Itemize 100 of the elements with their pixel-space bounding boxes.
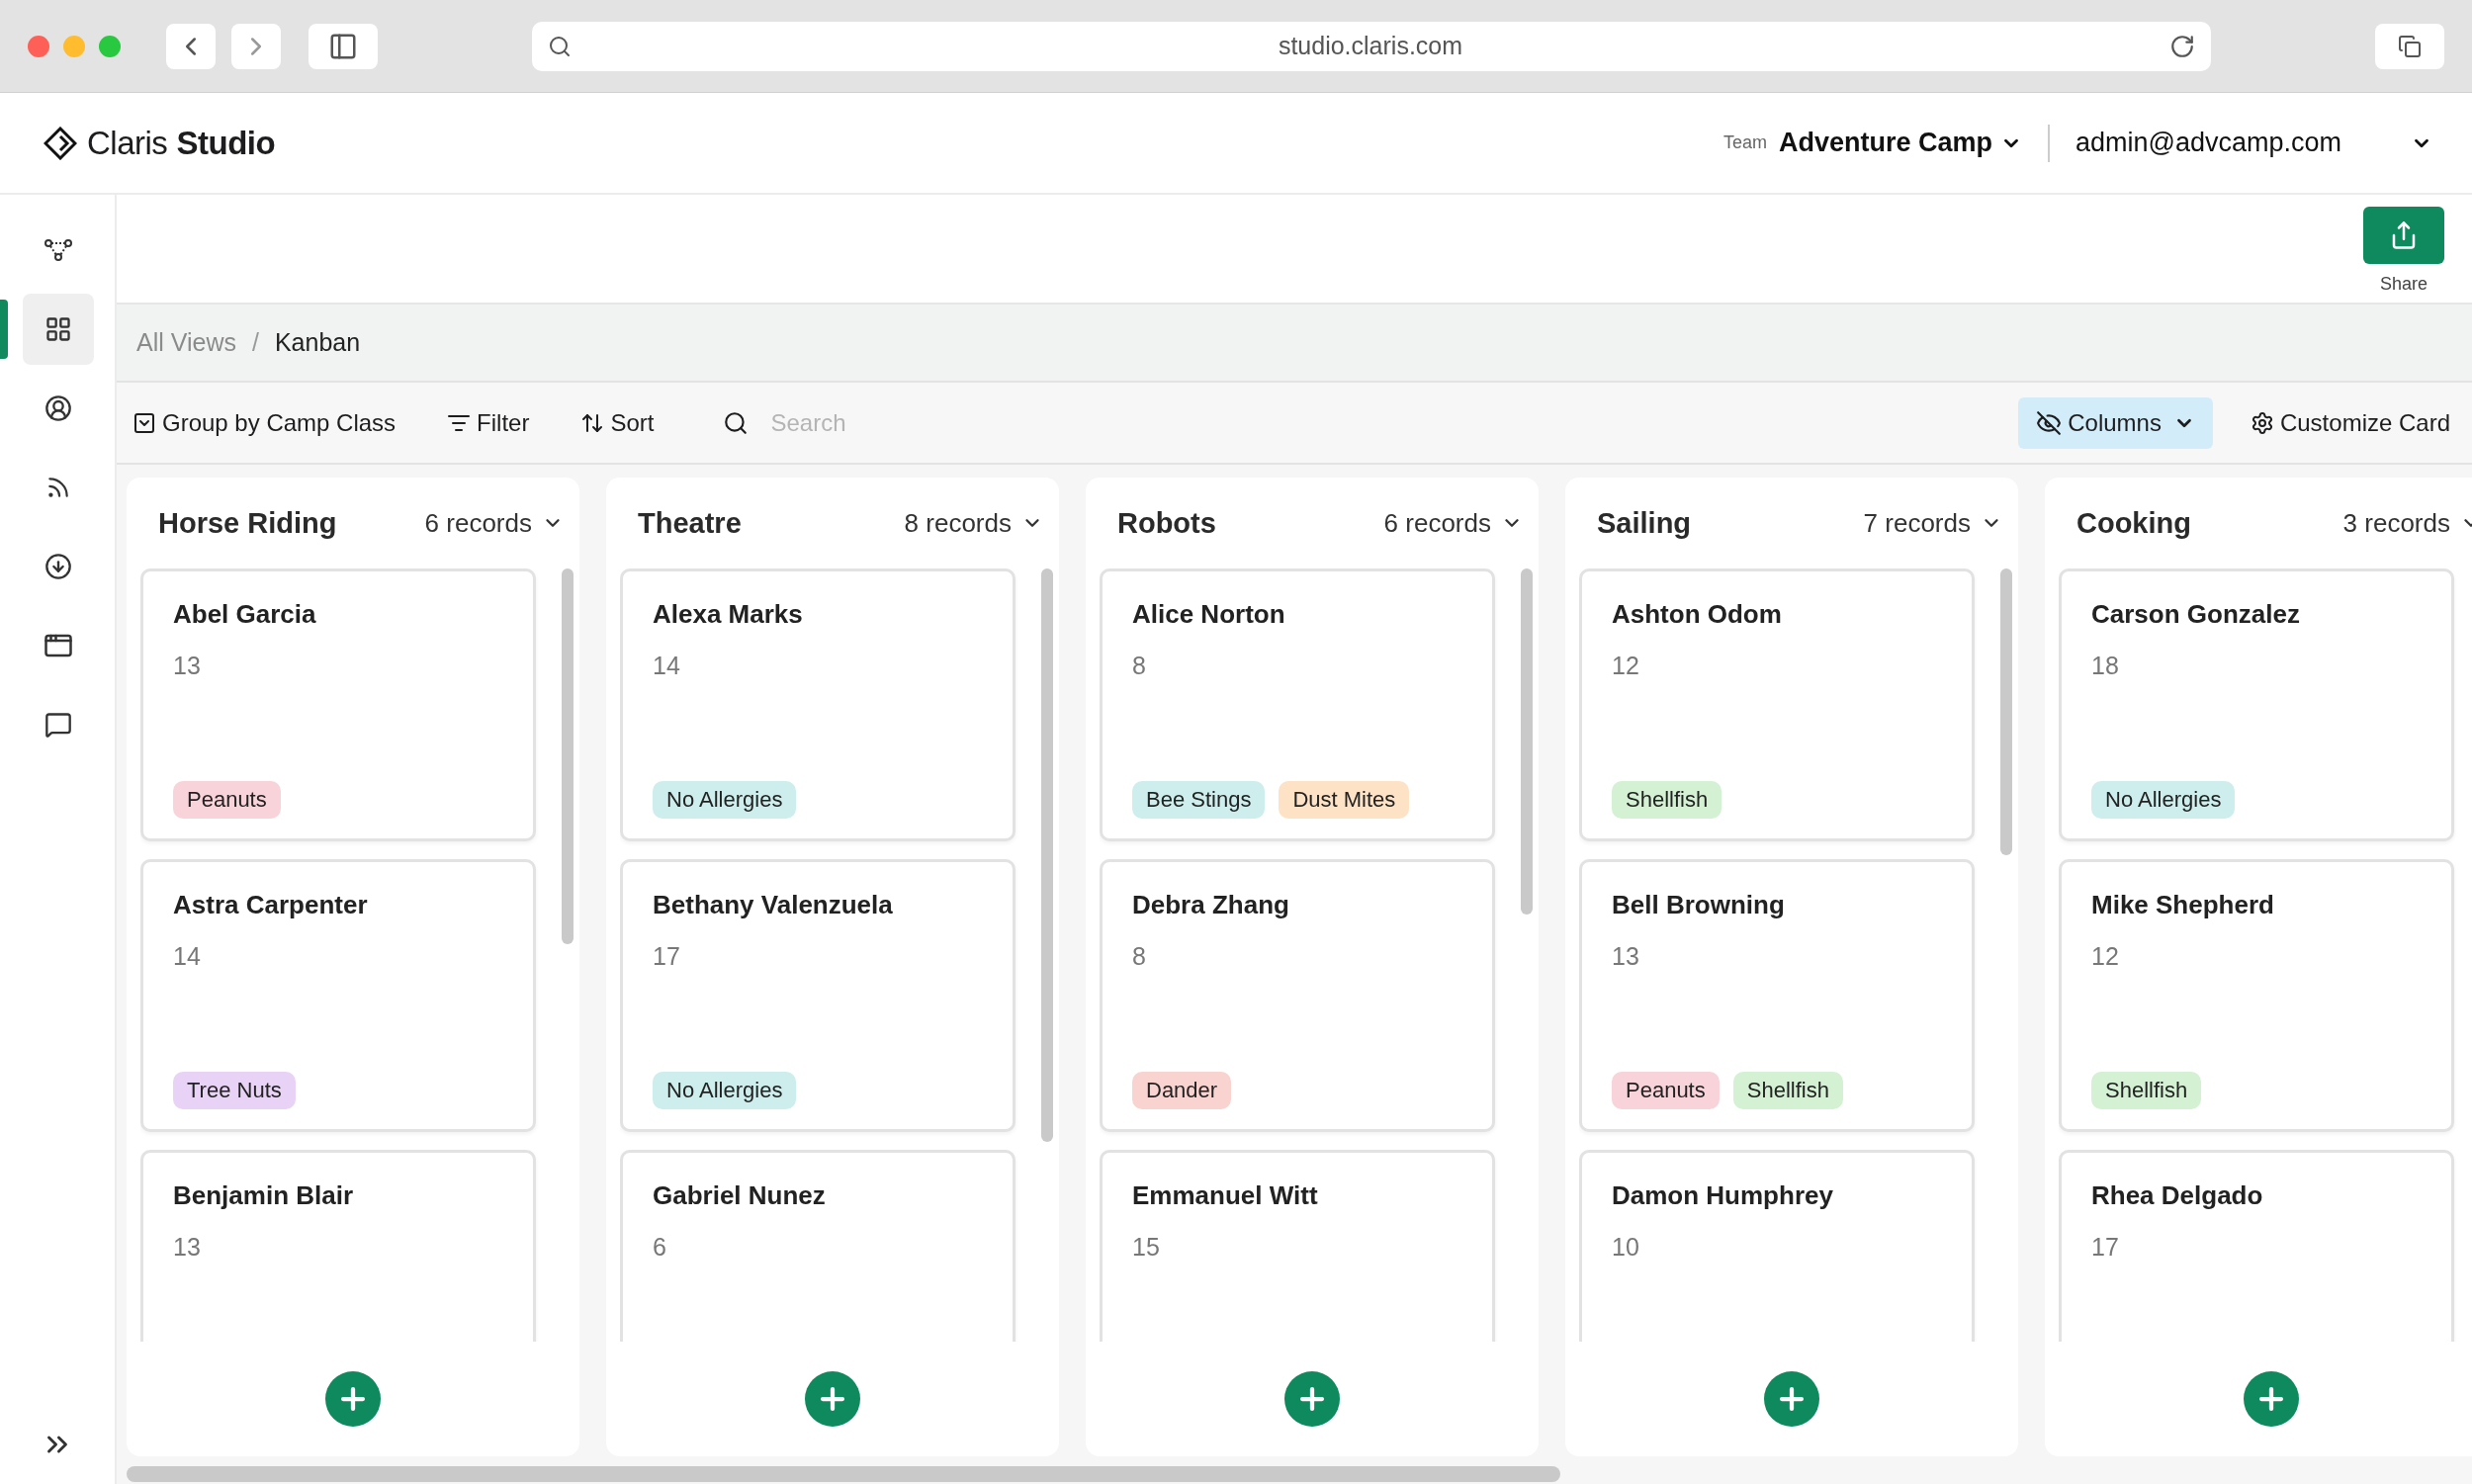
address-bar[interactable]: studio.claris.com	[532, 21, 2211, 71]
share-label: Share	[2379, 274, 2428, 295]
add-record-button[interactable]	[1284, 1371, 1340, 1427]
camper-age: 13	[173, 1233, 202, 1262]
scrollbar-thumb[interactable]	[562, 568, 574, 944]
camper-age: 13	[173, 652, 202, 680]
allergy-tag: Peanuts	[173, 781, 281, 819]
camper-name: Benjamin Blair	[173, 1180, 355, 1211]
record-card[interactable]: Ashton Odom 12 Shellfish	[1579, 568, 1975, 841]
record-card[interactable]: Mike Shepherd 12 Shellfish	[2059, 859, 2454, 1132]
chat-icon	[44, 711, 72, 739]
record-card[interactable]: Emmanuel Witt 15	[1100, 1150, 1495, 1342]
search-icon	[548, 34, 572, 58]
allergy-tag: Peanuts	[1612, 1072, 1720, 1109]
tabs-icon	[2398, 34, 2422, 58]
filter-button[interactable]: Filter	[447, 396, 530, 449]
record-card[interactable]: Damon Humphrey 10	[1579, 1150, 1975, 1342]
record-count-dropdown[interactable]: 6 records	[1383, 507, 1523, 539]
column-title: Horse Riding	[158, 506, 337, 540]
selection-indicator	[0, 300, 8, 359]
camper-age: 15	[1132, 1233, 1161, 1262]
camper-age: 14	[653, 652, 681, 680]
camper-name: Debra Zhang	[1132, 890, 1290, 920]
camper-name: Damon Humphrey	[1612, 1180, 1834, 1211]
record-count-dropdown[interactable]: 3 records	[2342, 507, 2472, 539]
scrollbar-thumb[interactable]	[1521, 568, 1533, 915]
allergy-tag: Shellfish	[1732, 1072, 1843, 1109]
forward-button[interactable]	[231, 23, 281, 69]
camper-name: Bell Browning	[1612, 890, 1786, 920]
camper-age: 10	[1612, 1233, 1640, 1262]
add-record-button[interactable]	[1764, 1371, 1819, 1427]
record-card[interactable]: Benjamin Blair 13	[140, 1150, 536, 1342]
scrollbar-thumb[interactable]	[1041, 568, 1053, 1142]
column-title: Robots	[1117, 506, 1216, 540]
search-field[interactable]: Search	[768, 407, 1165, 438]
url-text: studio.claris.com	[1277, 32, 1464, 60]
camper-name: Alice Norton	[1132, 599, 1286, 630]
record-count-dropdown[interactable]: 8 records	[904, 507, 1043, 539]
download-icon	[44, 553, 72, 580]
record-count-dropdown[interactable]: 7 records	[1863, 507, 2002, 539]
camper-name: Ashton Odom	[1612, 599, 1783, 630]
sidebar-toggle-button[interactable]	[309, 23, 378, 69]
camper-name: Carson Gonzalez	[2091, 599, 2301, 630]
team-dropdown[interactable]: Adventure Camp	[1778, 128, 2022, 158]
camper-name: Alexa Marks	[653, 599, 804, 630]
add-record-button[interactable]	[325, 1371, 381, 1427]
camper-name: Emmanuel Witt	[1132, 1180, 1319, 1211]
column-title: Theatre	[638, 506, 742, 540]
allergy-tag: Shellfish	[1612, 781, 1722, 819]
group-by-button[interactable]: Group by Camp Class	[132, 396, 397, 449]
grid-icon	[44, 315, 72, 343]
gear-icon	[2250, 410, 2274, 435]
horizontal-scrollbar-thumb[interactable]	[127, 1466, 1560, 1482]
record-card[interactable]: Rhea Delgado 17	[2059, 1150, 2454, 1342]
add-record-button[interactable]	[805, 1371, 860, 1427]
record-card[interactable]: Abel Garcia 13 Peanuts	[140, 568, 536, 841]
camper-age: 8	[1132, 942, 1147, 971]
camper-age: 12	[1612, 652, 1640, 680]
record-card[interactable]: Carson Gonzalez 18 No Allergies	[2059, 568, 2454, 841]
record-card[interactable]: Alexa Marks 14 No Allergies	[620, 568, 1015, 841]
record-card[interactable]: Bell Browning 13 Peanuts Shellfish	[1579, 859, 1975, 1132]
camper-age: 6	[653, 1233, 667, 1262]
tabs-button[interactable]	[2375, 23, 2444, 69]
user-dropdown[interactable]: admin@advcamp.com	[2075, 128, 2432, 158]
back-button[interactable]	[166, 23, 216, 69]
column-title: Sailing	[1597, 506, 1692, 540]
camper-name: Mike Shepherd	[2091, 890, 2275, 920]
sidebar-item[interactable]	[23, 294, 94, 365]
scrollbar-thumb[interactable]	[2000, 568, 2012, 855]
user-icon	[44, 394, 72, 422]
camper-age: 13	[1612, 942, 1640, 971]
record-card[interactable]: Astra Carpenter 14 Tree Nuts	[140, 859, 536, 1132]
add-record-button[interactable]	[2244, 1371, 2299, 1427]
breadcrumb-link[interactable]: Kanban	[274, 328, 361, 357]
close-window-dot[interactable]	[28, 35, 49, 57]
allergy-tag: Dander	[1132, 1072, 1232, 1109]
camper-age: 12	[2091, 942, 2120, 971]
record-card[interactable]: Alice Norton 8 Bee Stings Dust Mites	[1100, 568, 1495, 841]
reload-icon[interactable]	[2169, 33, 2195, 59]
record-card[interactable]: Bethany Valenzuela 17 No Allergies	[620, 859, 1015, 1132]
nodes-icon	[44, 238, 73, 262]
camper-name: Abel Garcia	[173, 599, 317, 630]
breadcrumb-separator: /	[251, 328, 259, 357]
camper-name: Astra Carpenter	[173, 890, 369, 920]
share-button[interactable]	[2363, 207, 2444, 264]
allergy-tag: Bee Stings	[1132, 781, 1266, 819]
customize-card-button[interactable]: Customize Card	[2250, 396, 2450, 449]
allergy-tag: No Allergies	[653, 1072, 797, 1109]
search-icon	[723, 409, 750, 436]
record-card[interactable]: Gabriel Nunez 6	[620, 1150, 1015, 1342]
logo-icon	[44, 126, 77, 160]
camper-age: 18	[2091, 652, 2120, 680]
zoom-window-dot[interactable]	[99, 35, 121, 57]
record-count-dropdown[interactable]: 6 records	[424, 507, 564, 539]
camper-name: Bethany Valenzuela	[653, 890, 894, 920]
record-card[interactable]: Debra Zhang 8 Dander	[1100, 859, 1495, 1132]
columns-button[interactable]: Columns	[2018, 396, 2213, 449]
camper-age: 14	[173, 942, 202, 971]
minimize-window-dot[interactable]	[63, 35, 85, 57]
sort-button[interactable]: Sort	[580, 396, 655, 449]
